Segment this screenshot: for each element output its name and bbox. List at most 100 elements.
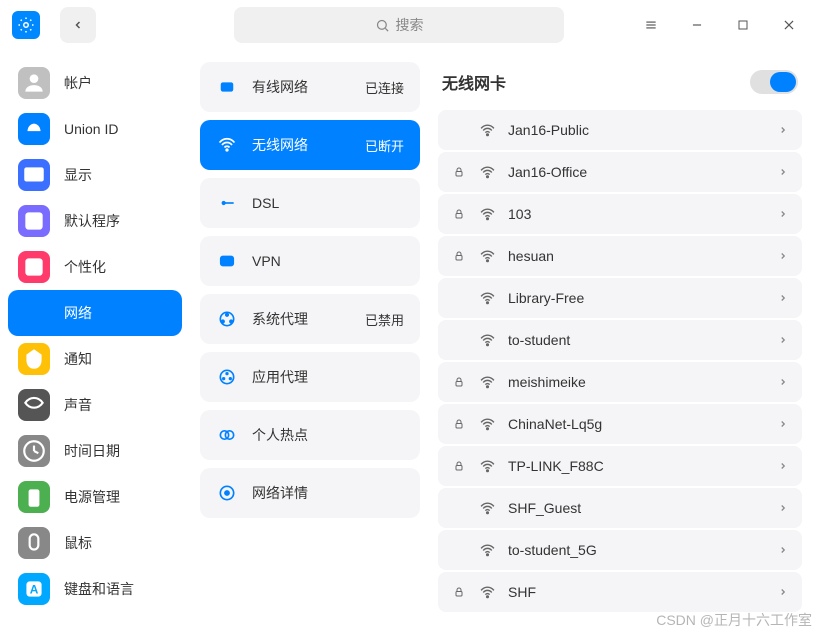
wifi-name: ChinaNet-Lq5g: [508, 416, 766, 432]
category-label: VPN: [252, 253, 281, 269]
menu-button[interactable]: [642, 16, 660, 34]
wifi-signal-icon: [478, 248, 496, 265]
wifi-name: hesuan: [508, 248, 766, 264]
category-item-7[interactable]: 网络详情: [200, 468, 420, 518]
category-icon: [216, 308, 238, 330]
chevron-right-icon: [778, 458, 788, 474]
lock-icon: [452, 166, 466, 178]
wifi-item[interactable]: ChinaNet-Lq5g: [438, 404, 802, 444]
wifi-toggle[interactable]: [750, 70, 798, 94]
wifi-signal-icon: [478, 164, 496, 181]
wifi-name: Jan16-Office: [508, 164, 766, 180]
sidebar-item-4[interactable]: 个性化: [8, 244, 182, 290]
wifi-item[interactable]: TP-LINK_F88C: [438, 446, 802, 486]
category-icon: [216, 76, 238, 98]
chevron-right-icon: [778, 290, 788, 306]
wifi-signal-icon: [478, 584, 496, 601]
titlebar: 搜索: [0, 0, 820, 50]
category-icon: [216, 424, 238, 446]
sidebar-item-label: 时间日期: [64, 441, 120, 461]
sidebar-item-label: 网络: [64, 303, 92, 323]
lock-icon: [452, 208, 466, 220]
sidebar-item-label: 显示: [64, 165, 92, 185]
sidebar-item-5[interactable]: 网络: [8, 290, 182, 336]
wifi-signal-icon: [478, 290, 496, 307]
nav-icon: [18, 297, 50, 329]
wifi-signal-icon: [478, 542, 496, 559]
category-status: 已断开: [365, 136, 404, 155]
app-icon: [12, 11, 40, 39]
category-label: 应用代理: [252, 367, 308, 387]
sidebar-item-3[interactable]: 默认程序: [8, 198, 182, 244]
category-icon: [216, 366, 238, 388]
chevron-right-icon: [778, 332, 788, 348]
maximize-button[interactable]: [734, 16, 752, 34]
wifi-item[interactable]: to-student_5G: [438, 530, 802, 570]
wifi-item[interactable]: SHF: [438, 572, 802, 612]
wifi-name: Jan16-Public: [508, 122, 766, 138]
sidebar-item-6[interactable]: 通知: [8, 336, 182, 382]
category-status: 已禁用: [365, 310, 404, 329]
category-item-3[interactable]: VPN: [200, 236, 420, 286]
category-item-2[interactable]: DSL: [200, 178, 420, 228]
wifi-item[interactable]: to-student: [438, 320, 802, 360]
nav-icon: [18, 343, 50, 375]
nav-icon: [18, 251, 50, 283]
nav-icon: [18, 113, 50, 145]
search-input[interactable]: 搜索: [234, 7, 564, 43]
wifi-item[interactable]: hesuan: [438, 236, 802, 276]
category-item-6[interactable]: 个人热点: [200, 410, 420, 460]
nav-icon: [18, 389, 50, 421]
category-icon: [216, 134, 238, 156]
category-item-1[interactable]: 无线网络已断开: [200, 120, 420, 170]
sidebar-item-7[interactable]: 声音: [8, 382, 182, 428]
nav-icon: [18, 527, 50, 559]
wifi-item[interactable]: Jan16-Public: [438, 110, 802, 150]
detail-title: 无线网卡: [442, 70, 506, 94]
sidebar-item-label: 帐户: [64, 73, 92, 93]
sidebar-item-9[interactable]: 电源管理: [8, 474, 182, 520]
search-placeholder: 搜索: [396, 15, 424, 35]
category-item-4[interactable]: 系统代理已禁用: [200, 294, 420, 344]
category-item-5[interactable]: 应用代理: [200, 352, 420, 402]
lock-icon: [452, 376, 466, 388]
wifi-signal-icon: [478, 374, 496, 391]
chevron-right-icon: [778, 164, 788, 180]
lock-icon: [452, 460, 466, 472]
sidebar-item-8[interactable]: 时间日期: [8, 428, 182, 474]
wifi-item[interactable]: SHF_Guest: [438, 488, 802, 528]
chevron-right-icon: [778, 248, 788, 264]
sidebar-item-label: 通知: [64, 349, 92, 369]
sidebar-item-label: 键盘和语言: [64, 579, 134, 599]
minimize-button[interactable]: [688, 16, 706, 34]
window-controls: [642, 16, 808, 34]
wifi-name: to-student_5G: [508, 542, 766, 558]
detail-panel: 无线网卡 Jan16-Public Jan16-Office 103 hesuan Li…: [430, 50, 820, 634]
category-item-0[interactable]: 有线网络已连接: [200, 62, 420, 112]
sidebar-item-10[interactable]: 鼠标: [8, 520, 182, 566]
wifi-item[interactable]: meishimeike: [438, 362, 802, 402]
svg-text:A: A: [30, 582, 39, 596]
sidebar-item-label: 电源管理: [64, 487, 120, 507]
category-label: 网络详情: [252, 483, 308, 503]
category-icon: [216, 192, 238, 214]
sidebar-item-1[interactable]: Union ID: [8, 106, 182, 152]
sidebar-item-11[interactable]: A 键盘和语言: [8, 566, 182, 612]
wifi-signal-icon: [478, 122, 496, 139]
category-label: DSL: [252, 195, 279, 211]
wifi-name: meishimeike: [508, 374, 766, 390]
wifi-name: SHF: [508, 584, 766, 600]
nav-icon: A: [18, 573, 50, 605]
wifi-item[interactable]: Library-Free: [438, 278, 802, 318]
wifi-item[interactable]: 103: [438, 194, 802, 234]
wifi-name: Library-Free: [508, 290, 766, 306]
nav-icon: [18, 205, 50, 237]
back-button[interactable]: [60, 7, 96, 43]
wifi-item[interactable]: Jan16-Office: [438, 152, 802, 192]
sidebar-item-label: Union ID: [64, 121, 118, 137]
sidebar-item-0[interactable]: 帐户: [8, 60, 182, 106]
close-button[interactable]: [780, 16, 798, 34]
wifi-name: to-student: [508, 332, 766, 348]
sidebar-item-2[interactable]: 显示: [8, 152, 182, 198]
chevron-right-icon: [778, 542, 788, 558]
